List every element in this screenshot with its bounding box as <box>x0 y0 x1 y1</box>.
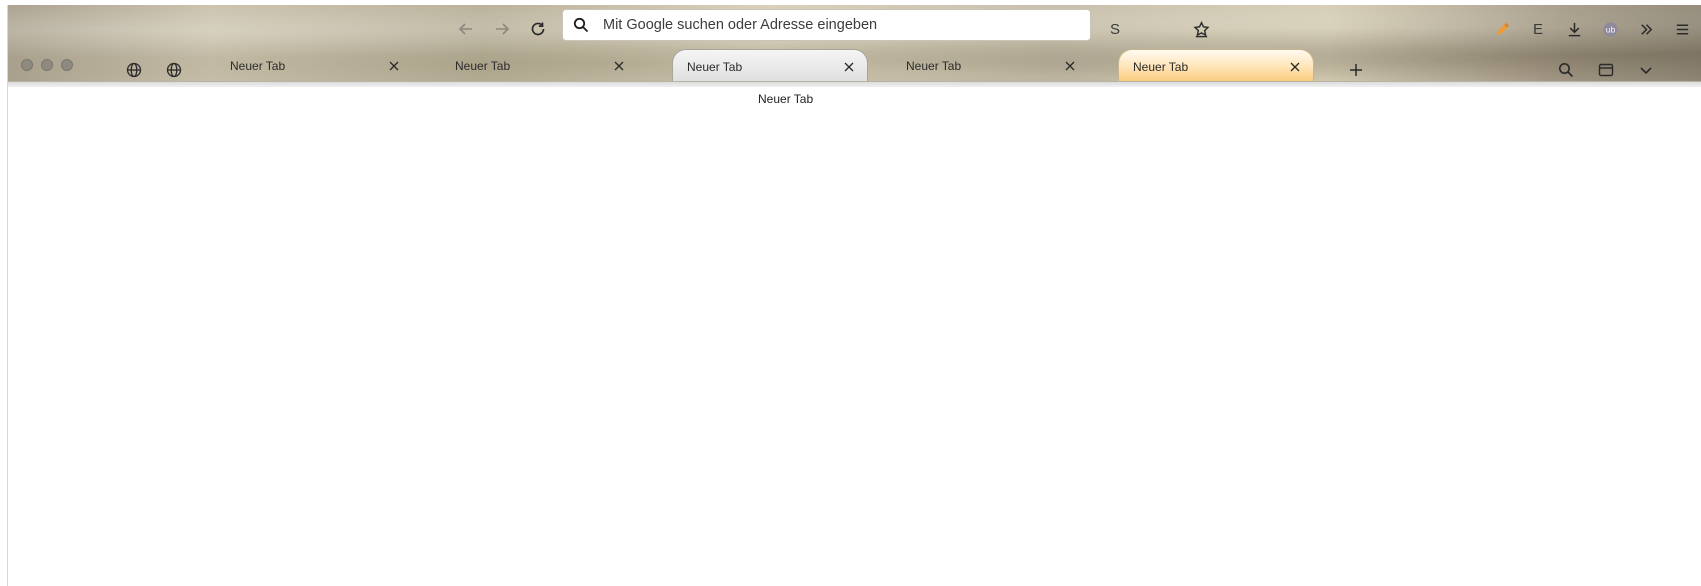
tab-4[interactable]: Neuer Tab <box>892 49 1088 83</box>
reload-icon[interactable] <box>524 16 552 42</box>
sidebar-icon[interactable] <box>1593 57 1619 83</box>
globe-icon <box>126 62 142 78</box>
back-arrow-icon[interactable] <box>452 16 480 42</box>
toolbar-separator <box>8 81 1701 87</box>
search-icon <box>573 17 589 33</box>
close-icon[interactable] <box>1285 57 1305 77</box>
tab-label: Neuer Tab <box>455 59 511 73</box>
extension-e-button[interactable]: E <box>1524 15 1552 43</box>
tab-1[interactable]: Neuer Tab <box>216 49 412 83</box>
window-close-button[interactable] <box>21 59 33 71</box>
browser-window: Mit Google suchen oder Adresse eingeben … <box>7 5 1701 586</box>
hamburger-menu-icon[interactable] <box>1668 15 1696 43</box>
url-bar-placeholder: Mit Google suchen oder Adresse eingeben <box>603 17 878 33</box>
tab-tooltip: Neuer Tab <box>748 90 824 108</box>
forward-arrow-icon[interactable] <box>488 16 516 42</box>
account-avatar-icon[interactable]: ub <box>1596 15 1624 43</box>
url-bar[interactable]: Mit Google suchen oder Adresse eingeben <box>562 9 1091 41</box>
tab-5[interactable]: Neuer Tab <box>1118 49 1314 83</box>
close-icon[interactable] <box>839 57 859 77</box>
tab-label: Neuer Tab <box>230 59 286 73</box>
pinned-tab-2[interactable] <box>161 57 187 83</box>
extension-s-button[interactable]: S <box>1101 15 1129 43</box>
plus-icon[interactable] <box>1343 57 1369 83</box>
close-icon[interactable] <box>1060 56 1080 76</box>
double-chevron-icon[interactable] <box>1632 15 1660 43</box>
search-icon[interactable] <box>1553 57 1579 83</box>
download-icon[interactable] <box>1560 15 1588 43</box>
chevron-down-icon[interactable] <box>1633 57 1659 83</box>
browser-chrome: Mit Google suchen oder Adresse eingeben … <box>8 5 1701 87</box>
tab-label: Neuer Tab <box>906 59 962 73</box>
close-icon[interactable] <box>609 56 629 76</box>
tab-label: Neuer Tab <box>687 59 743 74</box>
extension-pen-icon[interactable] <box>1488 15 1516 43</box>
tab-label: Neuer Tab <box>1133 59 1189 74</box>
extension-e-label: E <box>1532 20 1543 38</box>
window-minimize-button[interactable] <box>41 59 53 71</box>
extension-s-label: S <box>1109 20 1120 38</box>
globe-icon <box>166 62 182 78</box>
bookmark-star-icon[interactable] <box>1187 15 1215 43</box>
window-zoom-button[interactable] <box>61 59 73 71</box>
tab-2[interactable]: Neuer Tab <box>441 49 637 83</box>
close-icon[interactable] <box>384 56 404 76</box>
pinned-tab-1[interactable] <box>121 57 147 83</box>
tab-3[interactable]: Neuer Tab <box>672 49 868 83</box>
svg-text:ub: ub <box>1605 25 1615 34</box>
